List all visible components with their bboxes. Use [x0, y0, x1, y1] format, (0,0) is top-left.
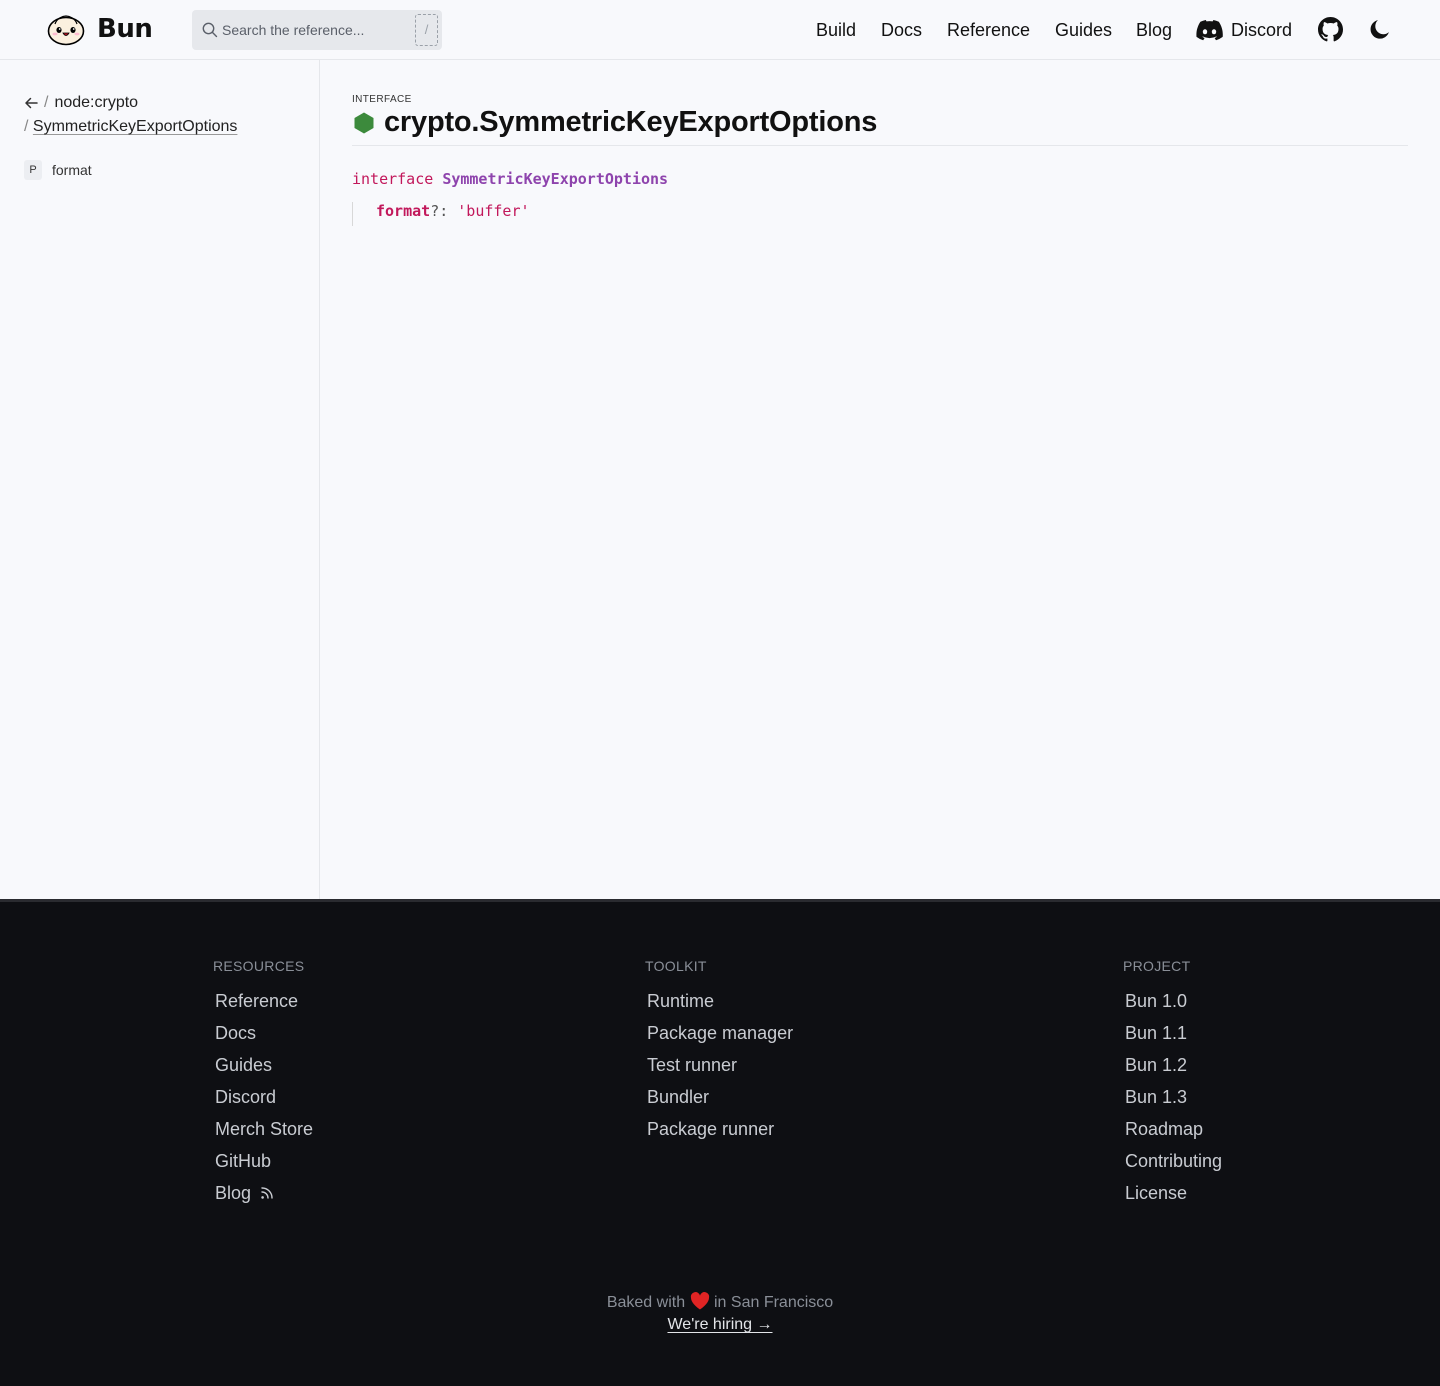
hiring-link[interactable]: We're hiring → — [667, 1316, 772, 1333]
hexagon-icon — [354, 112, 374, 133]
top-header: Bun / Build Docs Reference Guides Blog D… — [0, 0, 1440, 60]
sidebar — [0, 60, 320, 901]
heart-icon — [690, 1292, 709, 1310]
hiring-row: We're hiring → — [0, 1316, 1440, 1334]
footer-link-test-runner[interactable]: Test runner — [647, 1055, 737, 1075]
property-badge: P — [24, 160, 42, 180]
title-divider — [352, 145, 1408, 146]
footer-link-package-manager[interactable]: Package manager — [647, 1023, 793, 1043]
footer-column-project: PROJECT Bun 1.0 Bun 1.1 Bun 1.2 Bun 1.3 … — [1123, 958, 1222, 1214]
footer-link-package-runner[interactable]: Package runner — [647, 1119, 774, 1139]
moon-icon[interactable] — [1367, 17, 1392, 42]
nav-discord-label: Discord — [1231, 19, 1293, 40]
footer-link-merch-store[interactable]: Merch Store — [215, 1119, 313, 1139]
footer-link-blog[interactable]: Blog — [215, 1183, 251, 1203]
code-interface-name: SymmetricKeyExportOptions — [442, 170, 669, 188]
breadcrumb: / node:crypto — [24, 94, 138, 112]
footer-link-guides[interactable]: Guides — [215, 1055, 272, 1075]
footer-link-contributing[interactable]: Contributing — [1125, 1151, 1222, 1171]
footer-link-roadmap[interactable]: Roadmap — [1125, 1119, 1203, 1139]
nav-build[interactable]: Build — [816, 20, 856, 41]
code-keyword: interface — [352, 170, 434, 188]
footer-tagline: Baked with in San Francisco — [0, 1292, 1440, 1312]
footer-link-bun-1-1[interactable]: Bun 1.1 — [1125, 1023, 1187, 1043]
breadcrumb-separator: / — [24, 118, 29, 135]
footer-link-docs[interactable]: Docs — [215, 1023, 256, 1043]
breadcrumb-separator: / — [44, 94, 49, 111]
breadcrumb-parent[interactable]: node:crypto — [54, 94, 138, 112]
footer-link-license[interactable]: License — [1125, 1183, 1187, 1203]
footer-link-bun-1-2[interactable]: Bun 1.2 — [1125, 1055, 1187, 1075]
code-property-name[interactable]: format — [376, 202, 430, 220]
footer-link-github[interactable]: GitHub — [215, 1151, 271, 1171]
search-input[interactable] — [222, 10, 402, 50]
nav-guides[interactable]: Guides — [1055, 20, 1112, 41]
code-property-type: 'buffer' — [457, 202, 530, 220]
code-punctuation: ?: — [430, 202, 458, 220]
breadcrumb-current[interactable]: SymmetricKeyExportOptions — [33, 118, 238, 135]
breadcrumb-current-row: / SymmetricKeyExportOptions — [24, 118, 237, 136]
nav-docs[interactable]: Docs — [881, 20, 922, 41]
footer-column-resources: RESOURCES Reference Docs Guides Discord … — [213, 958, 313, 1214]
symbol-kind: INTERFACE — [352, 94, 412, 105]
sidebar-item-format[interactable]: P format — [24, 160, 92, 180]
arrow-left-icon[interactable] — [24, 96, 38, 110]
footer-link-runtime[interactable]: Runtime — [647, 991, 714, 1011]
bun-logo-icon — [47, 15, 85, 46]
logo-text: Bun — [97, 14, 153, 44]
code-signature: interface SymmetricKeyExportOptions form… — [352, 170, 669, 226]
search-icon — [202, 22, 218, 38]
sidebar-item-label: format — [52, 162, 92, 178]
github-icon[interactable] — [1318, 17, 1343, 42]
tagline-after: in San Francisco — [714, 1294, 834, 1311]
nav-blog[interactable]: Blog — [1136, 20, 1172, 41]
rss-icon — [261, 1187, 273, 1199]
footer-column-toolkit: TOOLKIT Runtime Package manager Test run… — [645, 958, 793, 1150]
footer-link-bundler[interactable]: Bundler — [647, 1087, 709, 1107]
footer-heading: TOOLKIT — [645, 958, 707, 974]
logo-link[interactable]: Bun — [47, 12, 153, 46]
search-shortcut-key: / — [415, 14, 438, 46]
page-title: crypto.SymmetricKeyExportOptions — [384, 106, 878, 138]
footer-heading: RESOURCES — [213, 958, 305, 974]
footer-link-reference[interactable]: Reference — [215, 991, 298, 1011]
footer-heading: PROJECT — [1123, 958, 1191, 974]
tagline-before: Baked with — [606, 1294, 686, 1311]
footer-link-bun-1-3[interactable]: Bun 1.3 — [1125, 1087, 1187, 1107]
page-title-row: crypto.SymmetricKeyExportOptions — [352, 106, 877, 139]
code-property-line: format?: 'buffer' — [352, 202, 530, 226]
discord-icon — [1196, 19, 1223, 40]
nav-discord[interactable]: Discord — [1196, 0, 1292, 60]
search-box[interactable]: / — [192, 10, 442, 50]
footer-link-discord[interactable]: Discord — [215, 1087, 276, 1107]
footer-link-bun-1-0[interactable]: Bun 1.0 — [1125, 991, 1187, 1011]
nav-reference[interactable]: Reference — [947, 20, 1030, 41]
